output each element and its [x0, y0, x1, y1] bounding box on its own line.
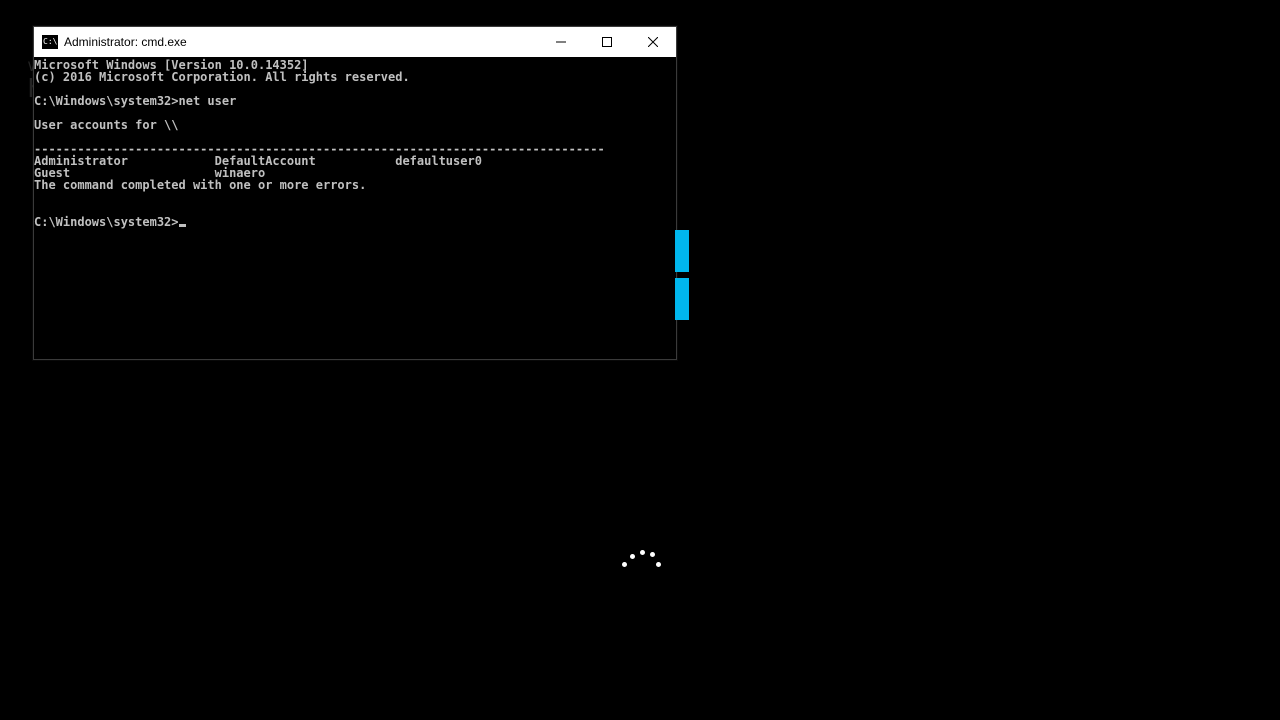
cursor: [179, 224, 186, 227]
maximize-button[interactable]: [584, 27, 630, 57]
terminal-line: The command completed with one or more e…: [34, 179, 676, 191]
minimize-icon: [556, 37, 566, 47]
loading-spinner: [620, 548, 662, 572]
spinner-dot: [640, 550, 645, 555]
spinner-dot: [656, 562, 661, 567]
titlebar[interactable]: Administrator: cmd.exe: [34, 27, 676, 57]
spinner-dot: [650, 552, 655, 557]
logo-tile-bottom: [675, 278, 689, 320]
terminal-line: User accounts for \\: [34, 119, 676, 131]
spinner-dot: [630, 554, 635, 559]
minimize-button[interactable]: [538, 27, 584, 57]
terminal-output[interactable]: Microsoft Windows [Version 10.0.14352](c…: [34, 57, 676, 359]
spinner-dot: [622, 562, 627, 567]
maximize-icon: [602, 37, 612, 47]
cmd-window: Administrator: cmd.exe Microsoft Windows…: [33, 26, 677, 360]
terminal-line: [34, 203, 676, 215]
windows-logo-fragment: [675, 230, 689, 320]
close-button[interactable]: [630, 27, 676, 57]
terminal-line: C:\Windows\system32>: [34, 215, 676, 227]
terminal-line: [34, 191, 676, 203]
cmd-icon: [42, 35, 58, 49]
logo-tile-top: [675, 230, 689, 272]
window-title: Administrator: cmd.exe: [64, 35, 538, 49]
terminal-line: (c) 2016 Microsoft Corporation. All righ…: [34, 71, 676, 83]
terminal-line: C:\Windows\system32>net user: [34, 95, 676, 107]
close-icon: [648, 37, 658, 47]
